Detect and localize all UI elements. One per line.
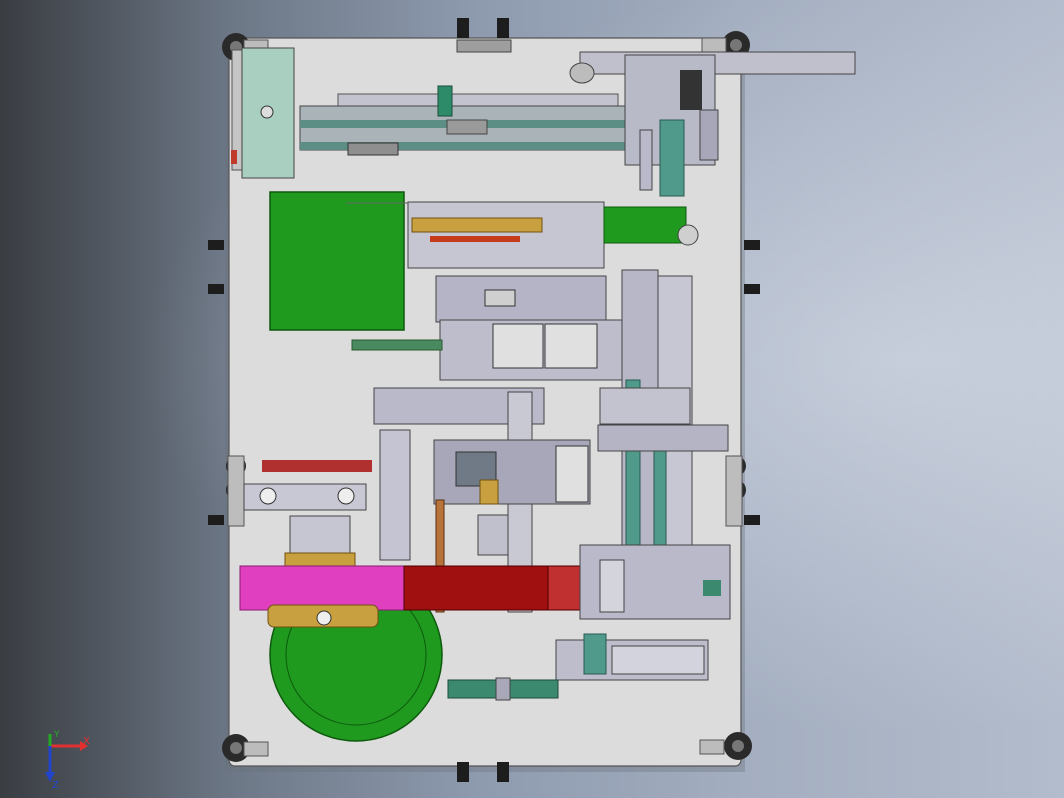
graphics-area[interactable]: X Y Z xyxy=(0,0,1064,798)
red-indicator-arm xyxy=(262,460,372,472)
lower-right-valve xyxy=(703,580,721,596)
top-slider xyxy=(446,119,488,135)
lower-right-clamp xyxy=(599,559,625,613)
gripper-right xyxy=(544,323,598,369)
triad-z-label: Z xyxy=(52,780,59,791)
axis-triad xyxy=(45,734,88,782)
emergency-stop[interactable] xyxy=(231,150,237,164)
vertical-guide-right xyxy=(699,109,719,161)
machine-assembly-model[interactable] xyxy=(0,0,1064,798)
feeder-gold-part xyxy=(479,479,499,505)
rotary-bolt-left xyxy=(259,487,277,505)
top-cylinder xyxy=(437,85,453,117)
tray-knob xyxy=(677,224,699,246)
left-lower-post xyxy=(379,429,411,561)
bottom-teal-block xyxy=(583,633,607,675)
feeder-sensor-block xyxy=(555,445,589,503)
rotary-gold-ring xyxy=(284,552,356,568)
horizontal-cylinder-left xyxy=(351,339,443,351)
triad-x-label: X xyxy=(83,736,90,747)
right-cross-bracket xyxy=(597,424,729,452)
right-upper-block xyxy=(599,387,691,425)
bottom-cylinder-mount xyxy=(495,677,511,701)
gold-gear-shaft xyxy=(411,217,543,233)
bottom-module-carriage xyxy=(611,645,705,675)
gripper-left xyxy=(492,323,544,369)
drum-center-bolt xyxy=(316,610,332,626)
vertical-teal-rail xyxy=(659,119,685,197)
control-box-screw xyxy=(260,105,274,119)
magenta-drum xyxy=(239,565,405,611)
red-linkage xyxy=(430,236,520,242)
arm-pivot xyxy=(569,62,595,84)
rotary-bolt-right xyxy=(337,487,355,505)
right-teal-rail-2 xyxy=(653,439,667,551)
green-tray-right xyxy=(603,206,687,244)
triad-y-label: Y xyxy=(54,730,60,740)
lower-bracket xyxy=(477,514,509,556)
top-cable-chain xyxy=(347,142,399,156)
top-handle-block xyxy=(456,39,512,53)
rotary-hub xyxy=(289,515,351,557)
stepper-motor xyxy=(680,70,702,110)
upper-center-frame xyxy=(407,201,605,269)
green-tray-left xyxy=(269,191,405,331)
vertical-guide-left xyxy=(639,129,653,191)
side-caster-left xyxy=(226,455,246,527)
mid-block xyxy=(435,275,607,323)
top-right-arm xyxy=(579,51,856,75)
mid-block-slot xyxy=(484,289,516,307)
